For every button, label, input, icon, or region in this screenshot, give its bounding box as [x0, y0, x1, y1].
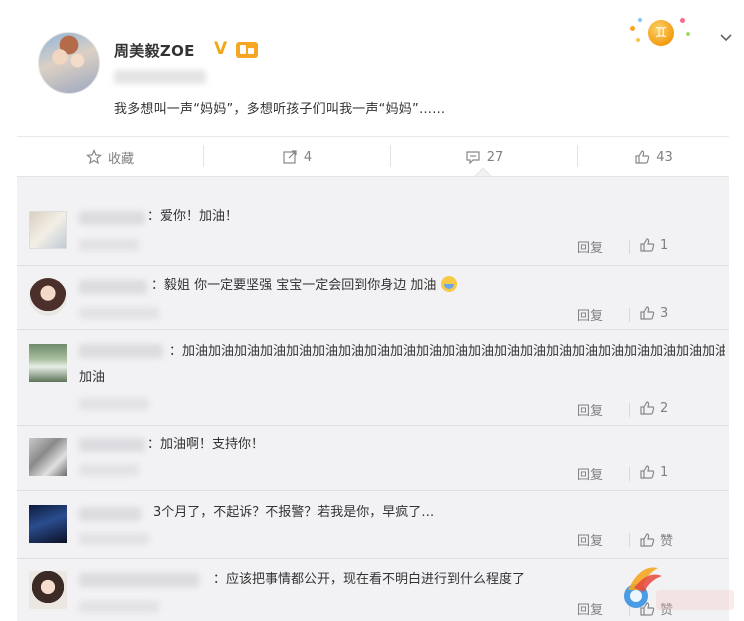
- comment-like-button[interactable]: 2: [639, 400, 668, 416]
- comment-like-count: 1: [660, 464, 669, 480]
- timestamp-blurred: [79, 464, 139, 476]
- avatar[interactable]: [29, 505, 67, 543]
- comment-actions: 回复 3: [569, 305, 729, 325]
- repost-count: 4: [303, 149, 313, 165]
- vip-badge-icon[interactable]: [236, 42, 258, 58]
- reply-button[interactable]: 回复: [577, 599, 603, 618]
- comment-like-count: 3: [660, 305, 669, 321]
- comment-like-count: 1: [660, 237, 669, 253]
- commenter-name-blurred: [79, 280, 147, 294]
- thumbs-up-icon: [639, 532, 655, 548]
- favorite-label: 收藏: [107, 151, 134, 167]
- watermark-logo: [618, 560, 738, 618]
- reply-button[interactable]: 回复: [577, 530, 603, 549]
- favorite-button[interactable]: 收藏: [17, 137, 203, 177]
- sparkle-dot: [636, 38, 640, 42]
- comment-actions: 回复 1: [569, 464, 729, 484]
- username[interactable]: 周美毅ZOE: [114, 40, 195, 61]
- divider: [629, 533, 630, 547]
- comment-icon: [465, 149, 481, 165]
- comment-text: ：毅姐 你一定要坚强 宝宝一定会回到你身边 加油: [151, 273, 457, 299]
- comment-like-button[interactable]: 1: [639, 237, 668, 253]
- comment-like-button[interactable]: 3: [639, 305, 668, 321]
- verified-icon: V: [214, 39, 228, 59]
- comment-actions: 回复 1: [569, 237, 729, 257]
- comment-text: 3个月了，不起诉？不报警？若我是你，早疯了…: [153, 505, 435, 520]
- repost-icon: [282, 149, 298, 165]
- avatar[interactable]: [29, 211, 67, 249]
- action-bar: 收藏 4 27 43: [17, 136, 729, 176]
- sparkle-dot: [630, 26, 635, 31]
- timestamp-blurred: [79, 398, 149, 410]
- gemini-glyph: ♊: [654, 25, 668, 41]
- avatar[interactable]: [38, 32, 100, 94]
- like-button[interactable]: 43: [578, 137, 729, 177]
- commenter-name-blurred: [79, 438, 145, 452]
- commenter-name-blurred: [79, 211, 145, 225]
- zodiac-decoration: ♊: [630, 14, 696, 48]
- comment-like-button[interactable]: 1: [639, 464, 668, 480]
- like-count: 43: [656, 149, 673, 165]
- comment-list: ：爱你！加油！ 回复 1 ：毅姐 你一定要坚强 宝宝一定会回到你身边 加油 回复: [17, 176, 729, 621]
- divider: [629, 308, 630, 322]
- avatar[interactable]: [29, 571, 67, 609]
- thumbs-up-icon: [634, 149, 650, 165]
- comment-actions: 回复 2: [569, 400, 729, 420]
- post-text: 我多想叫一声“妈妈”，多想听孩子们叫我一声“妈妈”……: [114, 102, 446, 117]
- emoji-icon: [440, 276, 457, 292]
- sparkle-dot: [680, 18, 685, 23]
- divider: [629, 240, 630, 254]
- thumbs-up-icon: [639, 400, 655, 416]
- thumbs-up-icon: [639, 237, 655, 253]
- timestamp-blurred: [79, 601, 159, 613]
- comment-count: 27: [486, 149, 504, 165]
- comment-text: ：应该把事情都公开，现在看不明白进行到什么程度了: [213, 572, 526, 587]
- timestamp-blurred: [114, 70, 206, 84]
- comment-like-count: 2: [660, 400, 669, 416]
- comment-item: ：毅姐 你一定要坚强 宝宝一定会回到你身边 加油 回复 3: [17, 266, 729, 330]
- comment-like-button[interactable]: 赞: [639, 530, 673, 549]
- sparkle-dot: [638, 18, 642, 22]
- reply-button[interactable]: 回复: [577, 400, 603, 419]
- reply-button[interactable]: 回复: [577, 305, 603, 324]
- comment-text: ：爱你！加油！: [147, 209, 239, 224]
- comment-item: 3个月了，不起诉？不报警？若我是你，早疯了… 回复 赞: [17, 491, 729, 559]
- comment-like-count: 赞: [660, 534, 674, 549]
- avatar[interactable]: [29, 438, 67, 476]
- timestamp-blurred: [79, 533, 149, 545]
- timestamp-blurred: [79, 307, 159, 319]
- reply-button[interactable]: 回复: [577, 237, 603, 256]
- comment-actions: 回复 赞: [569, 530, 729, 550]
- divider: [629, 467, 630, 481]
- chevron-down-icon[interactable]: [716, 30, 736, 50]
- sparkle-dot: [686, 32, 690, 36]
- thumbs-up-icon: [639, 305, 655, 321]
- commenter-name-blurred: [79, 507, 141, 521]
- comment-text: ：加油啊！支持你！: [147, 437, 265, 452]
- comment-text-wrap: 加油: [79, 370, 106, 385]
- avatar[interactable]: [29, 278, 67, 316]
- star-icon: [85, 149, 102, 165]
- comment-text-content: ：毅姐 你一定要坚强 宝宝一定会回到你身边 加油: [151, 278, 437, 293]
- divider: [629, 403, 630, 417]
- comment-item: ：加油啊！支持你！ 回复 1: [17, 426, 729, 491]
- avatar[interactable]: [29, 344, 67, 382]
- thumbs-up-icon: [639, 464, 655, 480]
- commenter-name-blurred: [79, 344, 163, 358]
- repost-button[interactable]: 4: [204, 137, 390, 177]
- reply-button[interactable]: 回复: [577, 464, 603, 483]
- comment-item: ：爱你！加油！ 回复 1: [17, 177, 729, 266]
- timestamp-blurred: [79, 239, 139, 251]
- comment-text: ：加油加油加油加油加油加油加油加油加油加油加油加油加油加油加油加油加油加油加油加…: [169, 344, 725, 359]
- comment-item: ：加油加油加油加油加油加油加油加油加油加油加油加油加油加油加油加油加油加油加油加…: [17, 330, 729, 426]
- weibo-post: 周美毅ZOE V 我多想叫一声“妈妈”，多想听孩子们叫我一声“妈妈”…… ♊: [0, 0, 744, 135]
- commenter-name-blurred: [79, 573, 199, 587]
